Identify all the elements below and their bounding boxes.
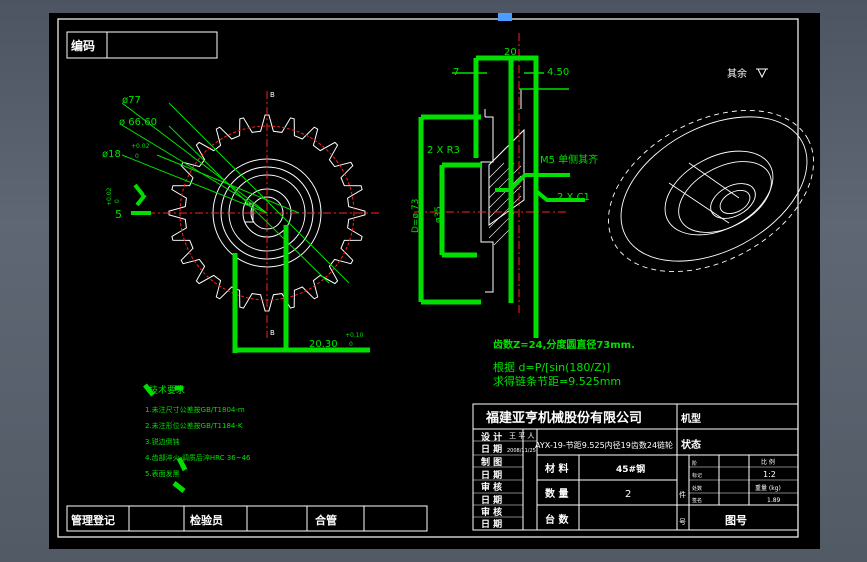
row-date-1: 日 期 — [481, 443, 502, 455]
depth-tol-lower: 0 — [349, 341, 353, 348]
note-2: 2.未注形位公差按GB/T1184-K — [145, 421, 243, 430]
registry-bar: 管理登记 检验员 合管 — [66, 505, 428, 532]
section-b-bottom: B — [270, 329, 275, 337]
scale-value: 1:2 — [763, 470, 776, 479]
sprocket-front-view: B B — [131, 91, 379, 338]
section-b-top: B — [270, 91, 275, 99]
row-check: 审 核 — [481, 481, 502, 493]
sprocket-isometric — [608, 110, 814, 272]
front-dimensions — [121, 102, 370, 353]
quantity-label: 数 量 — [545, 487, 568, 500]
inspector-label: 检验员 — [190, 513, 223, 527]
spec-line-2: 根据 d=P/[sin(180/Z)] — [493, 360, 610, 374]
weight-header: 重量 (kg) — [755, 484, 781, 492]
drawing-canvas: 编码 管理登记 检验员 合管 B B ø77 ø 66.60 ø18 +0.02… — [57, 13, 814, 538]
row-date-3: 日 期 — [481, 494, 502, 506]
designer-name: 王 平 人 — [509, 432, 534, 440]
cad-viewport[interactable]: 编码 管理登记 检验员 合管 B B ø77 ø 66.60 ø18 +0.02… — [0, 0, 867, 562]
model-label: 机型 — [681, 412, 701, 425]
part-label: 件 — [679, 490, 686, 499]
title-block: 福建亚亨机械股份有限公司 设 计 日 期 制 图 日 期 审 核 日 期 审 核… — [472, 403, 799, 531]
dim-d6660: ø 66.60 — [119, 117, 157, 128]
ucs-marker — [498, 13, 512, 21]
quantity-value: 2 — [625, 489, 631, 500]
units-label: 台 数 — [545, 513, 569, 526]
dim-d35: ø35 — [434, 206, 444, 223]
row-design: 设 计 — [481, 431, 502, 443]
qualified-label: 合管 — [315, 513, 337, 527]
drawing-number-label: 图号 — [725, 514, 747, 527]
part-description: AYX-19-节距9.525内径19齿数24链轮 — [535, 440, 673, 450]
key-tol-lower: 0 — [114, 199, 121, 203]
roughness-label: 其余 — [727, 67, 747, 80]
row-draw: 制 图 — [481, 456, 502, 468]
material-value: 45#钢 — [616, 463, 645, 475]
note-3: 3.锐边倒钝 — [145, 437, 180, 446]
dim-key-width: 5 — [115, 208, 122, 221]
dim-width-20: 20 — [504, 47, 517, 58]
sign-label: 号 — [679, 518, 686, 526]
weight-value: 1.89 — [767, 497, 781, 504]
dim-450: 4.50 — [547, 67, 569, 78]
row-date-2: 日 期 — [481, 469, 502, 481]
chamfer-r3: 2 X R3 — [427, 145, 460, 156]
registry-label: 管理登记 — [71, 513, 115, 527]
depth-tol-upper: +0.10 — [345, 332, 364, 339]
code-box: 编码 — [66, 31, 218, 59]
dim-d73: D=ø 73 — [411, 199, 421, 233]
scale-header: 比 例 — [761, 458, 775, 466]
side-label-2: 标记 — [692, 472, 702, 479]
design-date: 2008/11/25 — [507, 448, 536, 454]
drawing-sheet: 编码 管理登记 检验员 合管 B B ø77 ø 66.60 ø18 +0.02… — [49, 13, 820, 549]
code-label: 编码 — [70, 38, 95, 53]
company-name: 福建亚亨机械股份有限公司 — [485, 410, 642, 426]
row-date-4: 日 期 — [481, 518, 502, 530]
note-5: 5.表面发黑 — [145, 469, 180, 478]
tooth-note: M5 单侧其齐 — [540, 153, 598, 166]
dim-key-depth: 20.30 — [309, 339, 338, 350]
key-tol-upper: +0.02 — [106, 187, 113, 206]
dim-d18: ø18 — [102, 149, 121, 160]
d18-tol-lower: 0 — [135, 153, 139, 160]
roughness-symbol — [756, 68, 768, 79]
side-label-1: 阶 — [692, 460, 697, 467]
dim-d77: ø77 — [122, 95, 141, 106]
side-label-3: 处数 — [692, 485, 702, 492]
note-4: 4.齿部淬火,调质后淬HRC 36~46 — [145, 453, 251, 462]
spec-line-1: 齿数Z=24,分度圆直径73mm. — [493, 338, 635, 351]
status-label: 状态 — [681, 438, 701, 451]
d18-tol-upper: +0.02 — [131, 143, 150, 150]
technical-notes: 技术要求 1.未注尺寸公差按GB/T1804-m 2.未注形位公差按GB/T11… — [143, 383, 251, 493]
note-1: 1.未注尺寸公差按GB/T1804-m — [145, 405, 245, 414]
dim-7: 7 — [453, 67, 459, 78]
row-approve: 审 核 — [481, 506, 502, 518]
material-label: 材 料 — [545, 462, 568, 475]
spec-line-3: 求得链条节距=9.525mm — [493, 374, 621, 388]
chamfer-c1: 2 X C1 — [557, 192, 590, 203]
side-label-4: 签名 — [692, 497, 702, 504]
